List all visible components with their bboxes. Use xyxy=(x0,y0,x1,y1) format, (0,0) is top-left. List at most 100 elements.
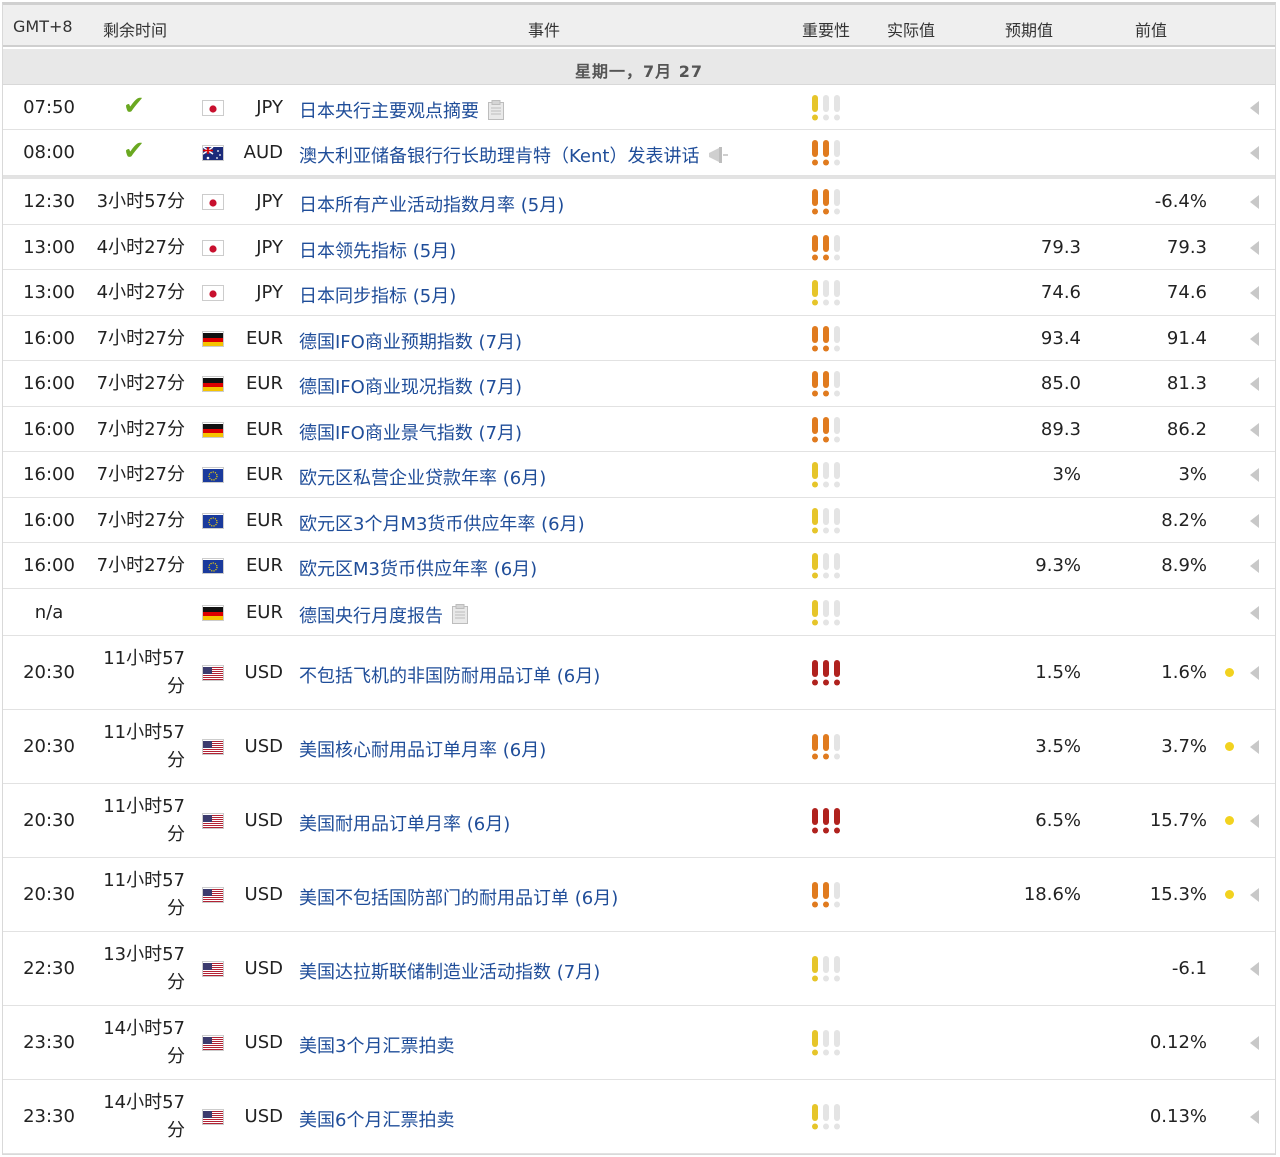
table-row[interactable]: 12:30 3小时57分 JPY 日本所有产业活动指数月率 (5月) -6.4% xyxy=(3,179,1275,225)
previous-value: 15.3% xyxy=(1149,884,1207,905)
table-row[interactable]: 08:00 ✔ AUD 澳大利亚储备银行行长助理肯特（Kent）发表讲话 xyxy=(3,130,1275,176)
importance-bang-icon xyxy=(811,734,819,760)
event-link[interactable]: 美国3个月汇票拍卖 xyxy=(299,1032,454,1058)
event-link[interactable]: 日本央行主要观点摘要 xyxy=(299,97,505,125)
event-name[interactable]: 美国6个月汇票拍卖 xyxy=(299,1110,454,1131)
event-name[interactable]: 德国IFO商业预期指数 (7月) xyxy=(299,332,522,353)
event-name[interactable]: 德国IFO商业现况指数 (7月) xyxy=(299,377,522,398)
event-link[interactable]: 德国IFO商业现况指数 (7月) xyxy=(299,373,522,399)
event-name[interactable]: 欧元区3个月M3货币供应年率 (6月) xyxy=(299,514,585,535)
table-row[interactable]: n/a EUR 德国央行月度报告 xyxy=(3,589,1275,636)
event-link[interactable]: 美国不包括国防部门的耐用品订单 (6月) xyxy=(299,884,618,910)
event-link[interactable]: 德国央行月度报告 xyxy=(299,602,469,630)
table-row[interactable]: 20:30 11小时57分 USD 美国核心耐用品订单月率 (6月) 3.5% 3.7% xyxy=(3,710,1275,784)
expand-arrow-icon[interactable] xyxy=(1250,888,1259,902)
event-link[interactable]: 欧元区M3货币供应年率 (6月) xyxy=(299,555,537,581)
time-cell: 20:30 xyxy=(23,662,75,683)
table-row[interactable]: 16:00 7小时27分 EUR 德国IFO商业景气指数 (7月) 89.3 86.2 xyxy=(3,407,1275,452)
forecast-value: 89.3 xyxy=(1040,418,1081,440)
expand-arrow-icon[interactable] xyxy=(1250,740,1259,754)
expand-arrow-icon[interactable] xyxy=(1250,1110,1259,1124)
expand-arrow-icon[interactable] xyxy=(1250,814,1259,828)
event-link[interactable]: 美国耐用品订单月率 (6月) xyxy=(299,810,510,836)
expand-arrow-icon[interactable] xyxy=(1250,422,1259,437)
expand-arrow-icon[interactable] xyxy=(1250,666,1259,680)
table-row[interactable]: 07:50 ✔ JPY 日本央行主要观点摘要 xyxy=(3,86,1275,130)
expand-arrow-icon[interactable] xyxy=(1250,240,1259,255)
event-link[interactable]: 德国IFO商业预期指数 (7月) xyxy=(299,328,522,354)
event-name[interactable]: 美国耐用品订单月率 (6月) xyxy=(299,814,510,835)
remaining-header: 剩余时间 xyxy=(103,21,168,40)
event-name[interactable]: 美国达拉斯联储制造业活动指数 (7月) xyxy=(299,962,600,983)
importance-indicator xyxy=(811,882,845,908)
expand-arrow-icon[interactable] xyxy=(1250,286,1259,300)
event-link[interactable]: 澳大利亚储备银行行长助理肯特（Kent）发表讲话 xyxy=(299,142,729,169)
expand-arrow-icon[interactable] xyxy=(1250,605,1259,620)
table-row[interactable]: 16:00 7小时27分 EUR 德国IFO商业现况指数 (7月) 85.0 81.3 xyxy=(3,361,1275,407)
event-link[interactable]: 日本同步指标 (5月) xyxy=(299,282,456,308)
expand-arrow-icon[interactable] xyxy=(1250,1036,1259,1050)
remaining-time: 11小时57分 xyxy=(103,870,185,919)
table-row[interactable]: 22:30 13小时57分 USD 美国达拉斯联储制造业活动指数 (7月) -6.1 xyxy=(3,932,1275,1006)
table-row[interactable]: 23:30 14小时57分 USD 美国6个月汇票拍卖 0.13% xyxy=(3,1080,1275,1154)
importance-bang-icon xyxy=(811,234,819,261)
currency-code: EUR xyxy=(245,601,283,623)
event-name[interactable]: 德国央行月度报告 xyxy=(299,606,443,627)
remaining-time: 7小时27分 xyxy=(96,373,185,394)
event-name[interactable]: 日本央行主要观点摘要 xyxy=(299,101,479,122)
importance-bang-icon xyxy=(811,599,819,626)
importance-bang-icon xyxy=(811,95,819,121)
event-link[interactable]: 欧元区私营企业贷款年率 (6月) xyxy=(299,464,546,490)
event-name[interactable]: 日本同步指标 (5月) xyxy=(299,286,456,307)
event-name[interactable]: 美国3个月汇票拍卖 xyxy=(299,1036,454,1057)
importance-bang-icon xyxy=(833,371,841,397)
event-link[interactable]: 日本领先指标 (5月) xyxy=(299,237,456,263)
event-name[interactable]: 德国IFO商业景气指数 (7月) xyxy=(299,423,522,444)
table-row[interactable]: 16:00 7小时27分 EUR 德国IFO商业预期指数 (7月) 93.4 91.4 xyxy=(3,316,1275,361)
forecast-value: 74.6 xyxy=(1040,282,1081,303)
expand-arrow-icon[interactable] xyxy=(1250,377,1259,391)
importance-bang-icon xyxy=(833,462,841,488)
flag-jp-icon xyxy=(202,100,224,116)
expand-arrow-icon[interactable] xyxy=(1250,962,1259,976)
table-row[interactable]: 16:00 7小时27分 EUR 欧元区M3货币供应年率 (6月) 9.3% 8.9% xyxy=(3,543,1275,589)
previous-value: 81.3 xyxy=(1166,373,1207,394)
event-name[interactable]: 日本领先指标 (5月) xyxy=(299,241,456,262)
importance-bang-icon xyxy=(811,808,819,834)
event-name[interactable]: 美国不包括国防部门的耐用品订单 (6月) xyxy=(299,888,618,909)
event-name[interactable]: 日本所有产业活动指数月率 (5月) xyxy=(299,195,564,216)
table-row[interactable]: 16:00 7小时27分 EUR 欧元区3个月M3货币供应年率 (6月) 8.2% xyxy=(3,498,1275,543)
event-name[interactable]: 欧元区M3货币供应年率 (6月) xyxy=(299,559,537,580)
timezone-header[interactable]: GMT+8 xyxy=(13,17,73,36)
expand-arrow-icon[interactable] xyxy=(1250,468,1259,482)
event-name[interactable]: 美国核心耐用品订单月率 (6月) xyxy=(299,740,546,761)
event-link[interactable]: 不包括飞机的非国防耐用品订单 (6月) xyxy=(299,662,600,688)
event-name[interactable]: 欧元区私营企业贷款年率 (6月) xyxy=(299,468,546,489)
expand-arrow-icon[interactable] xyxy=(1250,101,1259,115)
expand-arrow-icon[interactable] xyxy=(1250,331,1259,346)
event-link[interactable]: 美国达拉斯联储制造业活动指数 (7月) xyxy=(299,958,600,984)
table-row[interactable]: 20:30 11小时57分 USD 美国耐用品订单月率 (6月) 6.5% 15.7% xyxy=(3,784,1275,858)
previous-value: 3.7% xyxy=(1161,736,1207,757)
event-link[interactable]: 日本所有产业活动指数月率 (5月) xyxy=(299,191,564,217)
table-row[interactable]: 13:00 4小时27分 JPY 日本领先指标 (5月) 79.3 79.3 xyxy=(3,225,1275,270)
event-link[interactable]: 美国6个月汇票拍卖 xyxy=(299,1106,454,1132)
table-row[interactable]: 16:00 7小时27分 EUR 欧元区私营企业贷款年率 (6月) 3% 3% xyxy=(3,452,1275,498)
expand-arrow-icon[interactable] xyxy=(1250,195,1259,209)
event-link[interactable]: 欧元区3个月M3货币供应年率 (6月) xyxy=(299,510,585,536)
expand-arrow-icon[interactable] xyxy=(1250,559,1259,573)
event-link[interactable]: 美国核心耐用品订单月率 (6月) xyxy=(299,736,546,762)
event-name[interactable]: 不包括飞机的非国防耐用品订单 (6月) xyxy=(299,666,600,687)
table-row[interactable]: 13:00 4小时27分 JPY 日本同步指标 (5月) 74.6 74.6 xyxy=(3,270,1275,316)
time-cell: 20:30 xyxy=(23,736,75,757)
table-row[interactable]: 20:30 11小时57分 USD 不包括飞机的非国防耐用品订单 (6月) 1.5% 1.… xyxy=(3,636,1275,710)
importance-bang-icon xyxy=(822,882,830,908)
table-row[interactable]: 23:30 14小时57分 USD 美国3个月汇票拍卖 0.12% xyxy=(3,1006,1275,1080)
expand-arrow-icon[interactable] xyxy=(1250,146,1259,160)
expand-arrow-icon[interactable] xyxy=(1250,513,1259,528)
importance-bang-icon xyxy=(822,599,830,626)
event-link[interactable]: 德国IFO商业景气指数 (7月) xyxy=(299,419,522,445)
event-name[interactable]: 澳大利亚储备银行行长助理肯特（Kent）发表讲话 xyxy=(299,146,699,167)
table-row[interactable]: 20:30 11小时57分 USD 美国不包括国防部门的耐用品订单 (6月) 18.6%… xyxy=(3,858,1275,932)
forecast-value: 9.3% xyxy=(1035,555,1081,576)
